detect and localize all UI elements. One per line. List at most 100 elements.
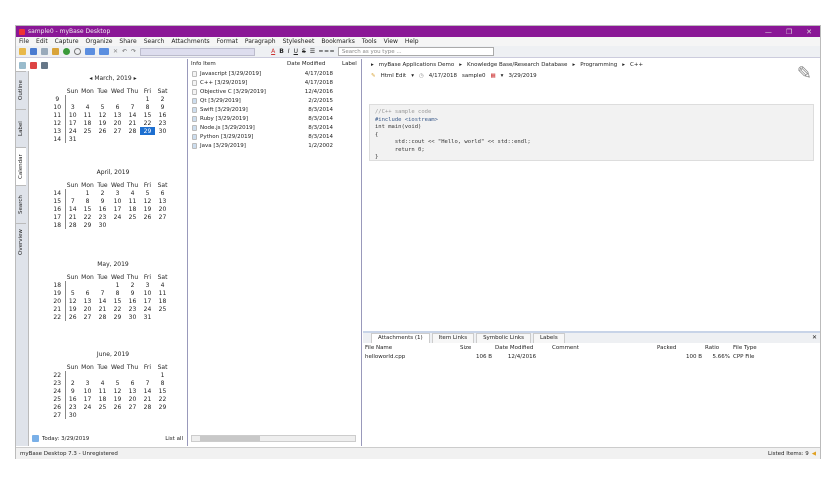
tab-labels[interactable]: Labels — [532, 333, 565, 343]
today-link[interactable]: Today: 3/29/2019 — [42, 436, 89, 442]
day-cell[interactable]: 13 — [110, 111, 125, 119]
day-cell[interactable]: 5 — [65, 289, 80, 297]
day-cell[interactable]: 1 — [110, 281, 125, 289]
day-cell[interactable]: 30 — [125, 313, 140, 321]
day-cell[interactable]: 25 — [125, 213, 140, 221]
day-cell[interactable]: 6 — [155, 189, 170, 197]
day-cell[interactable]: 12 — [110, 387, 125, 395]
list-item[interactable]: Javascript [3/29/2019] 4/17/2018 — [189, 69, 361, 78]
layout-icon[interactable] — [85, 48, 95, 55]
open-icon[interactable] — [19, 48, 26, 55]
sidebar-tab-overview[interactable]: Overview — [16, 223, 26, 261]
day-cell[interactable]: 15 — [155, 387, 170, 395]
day-cell[interactable]: 24 — [65, 127, 80, 135]
day-cell[interactable]: 7 — [125, 103, 140, 111]
menu-view[interactable]: View — [384, 38, 398, 45]
column-header[interactable]: Packed — [657, 345, 705, 351]
day-cell[interactable]: 7 — [95, 289, 110, 297]
day-cell[interactable]: 22 — [140, 119, 155, 127]
day-cell[interactable]: 29 — [80, 221, 95, 229]
day-cell[interactable]: 23 — [95, 213, 110, 221]
day-cell[interactable]: 18 — [95, 395, 110, 403]
day-cell[interactable]: 25 — [95, 403, 110, 411]
day-cell[interactable]: 5 — [140, 189, 155, 197]
day-cell[interactable]: 17 — [65, 119, 80, 127]
day-cell[interactable]: 28 — [65, 221, 80, 229]
menu-organize[interactable]: Organize — [86, 38, 113, 45]
column-header[interactable]: Comment — [552, 345, 657, 351]
day-cell[interactable]: 8 — [140, 103, 155, 111]
day-cell[interactable]: 28 — [125, 127, 140, 135]
menu-search[interactable]: Search — [144, 38, 165, 45]
bold-button[interactable]: B — [279, 48, 284, 55]
day-cell[interactable]: 21 — [140, 395, 155, 403]
list-item[interactable]: Python [3/29/2019] 8/3/2014 — [189, 132, 361, 141]
day-cell[interactable]: 8 — [155, 379, 170, 387]
view-icon[interactable] — [19, 61, 26, 69]
day-cell[interactable]: 16 — [95, 205, 110, 213]
day-cell[interactable]: 6 — [125, 379, 140, 387]
day-cell[interactable]: 13 — [155, 197, 170, 205]
day-cell[interactable]: 15 — [140, 111, 155, 119]
horizontal-scrollbar[interactable] — [191, 435, 356, 442]
day-cell[interactable]: 15 — [110, 297, 125, 305]
day-cell[interactable]: 21 — [125, 119, 140, 127]
day-cell[interactable]: 12 — [140, 197, 155, 205]
day-cell[interactable]: 18 — [155, 297, 170, 305]
menu-edit[interactable]: Edit — [36, 38, 48, 45]
day-cell[interactable]: 10 — [80, 387, 95, 395]
day-cell[interactable]: 15 — [80, 205, 95, 213]
list-all-link[interactable]: List all — [165, 436, 183, 442]
menu-file[interactable]: File — [19, 38, 29, 45]
folder-icon[interactable] — [52, 48, 59, 55]
day-cell[interactable]: 5 — [110, 379, 125, 387]
edit-mode-dropdown[interactable]: Html Edit — [381, 73, 407, 79]
day-cell[interactable]: 14 — [140, 387, 155, 395]
day-cell[interactable]: 31 — [140, 313, 155, 321]
attachment-row[interactable]: helloworld.cpp 106 B 12/4/2016 100 B 5.66% CP… — [363, 352, 820, 361]
hr-icon[interactable]: ━ ═ ═ — [319, 48, 334, 55]
speaker-icon[interactable]: ◀ — [812, 451, 816, 457]
day-cell[interactable]: 31 — [65, 135, 80, 143]
day-cell[interactable]: 9 — [125, 289, 140, 297]
tab-attachments[interactable]: Attachments (1) — [371, 333, 430, 343]
day-cell[interactable]: 2 — [95, 189, 110, 197]
column-header[interactable]: Date Modified — [495, 345, 552, 351]
day-cell[interactable]: 1 — [80, 189, 95, 197]
day-cell[interactable]: 16 — [125, 297, 140, 305]
day-cell[interactable]: 26 — [110, 403, 125, 411]
week-icon[interactable] — [41, 61, 48, 69]
day-cell[interactable]: 28 — [95, 313, 110, 321]
copy-icon[interactable] — [41, 48, 48, 55]
day-cell[interactable]: 27 — [125, 403, 140, 411]
day-cell[interactable]: 12 — [65, 297, 80, 305]
day-cell[interactable]: 30 — [155, 127, 170, 135]
day-cell[interactable]: 26 — [140, 213, 155, 221]
day-cell[interactable]: 23 — [155, 119, 170, 127]
day-cell[interactable]: 6 — [110, 103, 125, 111]
tab-item[interactable]: Item Links — [431, 333, 475, 343]
scrollbar-thumb[interactable] — [200, 436, 260, 441]
list-item[interactable]: Objective C [3/29/2019] 12/4/2016 — [189, 87, 361, 96]
day-cell[interactable]: 27 — [80, 313, 95, 321]
list-item[interactable]: Node.js [3/29/2019] 8/3/2014 — [189, 123, 361, 132]
day-cell[interactable]: 21 — [65, 213, 80, 221]
day-cell[interactable]: 24 — [140, 305, 155, 313]
day-cell[interactable]: 11 — [125, 197, 140, 205]
day-cell[interactable]: 26 — [95, 127, 110, 135]
column-header[interactable]: Size — [460, 345, 495, 351]
day-cell[interactable]: 12 — [95, 111, 110, 119]
breadcrumb-item[interactable]: Programming — [580, 62, 617, 68]
day-cell[interactable]: 3 — [140, 281, 155, 289]
day-cell[interactable]: 14 — [125, 111, 140, 119]
day-cell[interactable]: 10 — [110, 197, 125, 205]
day-cell[interactable]: 21 — [95, 305, 110, 313]
menu-help[interactable]: Help — [405, 38, 419, 45]
day-cell[interactable]: 20 — [125, 395, 140, 403]
day-cell[interactable]: 29 — [140, 127, 155, 135]
day-cell[interactable]: 16 — [155, 111, 170, 119]
day-cell[interactable]: 22 — [110, 305, 125, 313]
day-cell[interactable]: 22 — [80, 213, 95, 221]
day-cell[interactable]: 20 — [110, 119, 125, 127]
maximize-button[interactable]: ❐ — [786, 28, 792, 36]
